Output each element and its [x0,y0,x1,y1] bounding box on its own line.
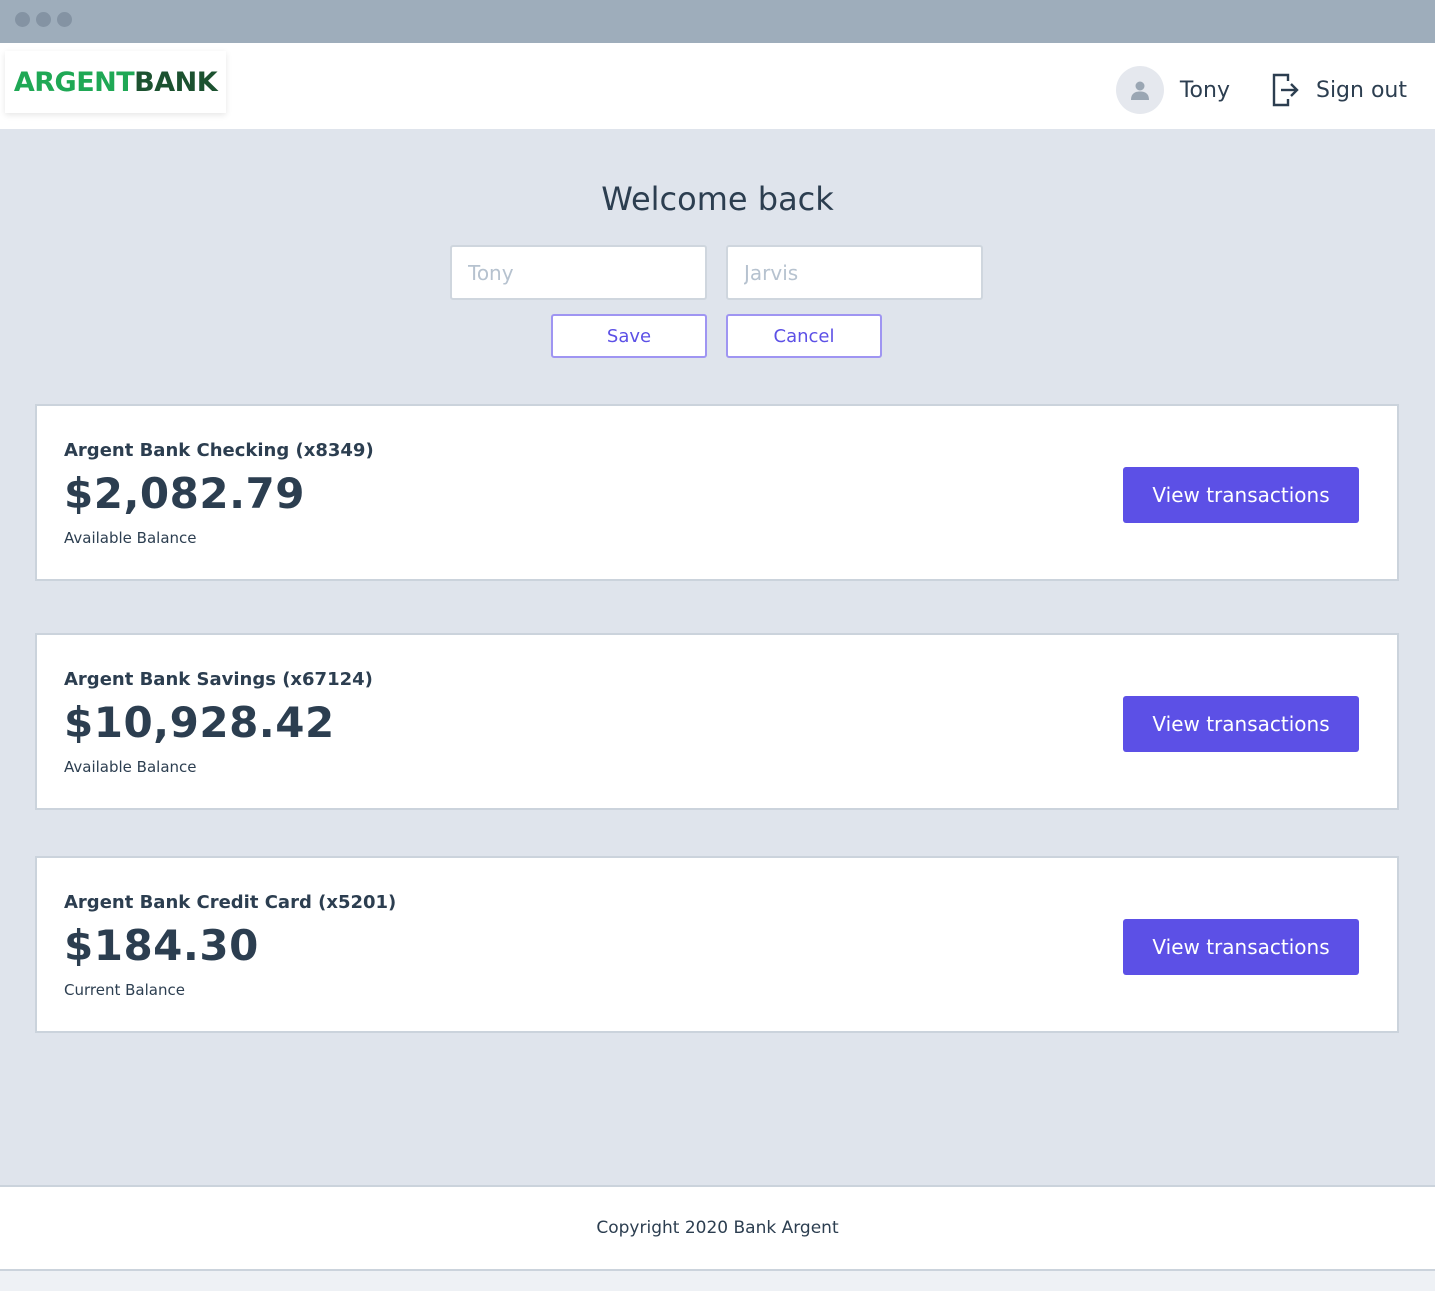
logo-text-argent: ARGENT [13,66,135,98]
view-transactions-button[interactable]: View transactions [1123,696,1359,752]
view-transactions-button[interactable]: View transactions [1123,467,1359,523]
browser-window: ARGENT BANK Tony Sign out Welcome back T… [0,0,1435,1291]
first-name-input[interactable] [450,245,707,300]
window-minimize-dot[interactable] [36,12,51,27]
window-bottom-edge [0,1271,1435,1291]
sign-out-label: Sign out [1315,77,1407,103]
account-title: Argent Bank Credit Card (x5201) [64,892,397,913]
cancel-button[interactable]: Cancel [726,314,882,358]
window-title-bar [0,0,1435,43]
account-amount: $184.30 [64,921,259,970]
account-amount: $10,928.42 [64,698,335,747]
sign-out-icon [1272,73,1299,107]
view-transactions-button[interactable]: View transactions [1123,919,1359,975]
user-avatar[interactable] [1115,66,1164,114]
account-amount-description: Current Balance [64,981,185,999]
logo-text-bank: BANK [134,66,218,98]
account-title: Argent Bank Checking (x8349) [64,440,374,461]
account-title: Argent Bank Savings (x67124) [64,669,373,690]
argent-bank-logo[interactable]: ARGENT BANK [5,51,226,113]
account-card-savings: Argent Bank Savings (x67124) $10,928.42 … [35,633,1399,810]
account-card-credit: Argent Bank Credit Card (x5201) $184.30 … [35,856,1399,1033]
welcome-heading: Welcome back [601,180,834,218]
window-close-dot[interactable] [15,12,30,27]
main-nav: ARGENT BANK Tony Sign out [0,43,1435,129]
sign-out-button[interactable]: Sign out [1272,73,1407,107]
footer-copyright: Copyright 2020 Bank Argent [596,1218,839,1238]
user-circle-icon [1130,81,1149,100]
last-name-input[interactable] [726,245,983,300]
footer: Copyright 2020 Bank Argent [0,1185,1435,1271]
account-amount-description: Available Balance [64,758,197,776]
user-area: Tony Sign out [1115,65,1407,115]
save-button[interactable]: Save [551,314,707,358]
account-amount: $2,082.79 [64,469,305,518]
window-maximize-dot[interactable] [57,12,72,27]
account-card-checking: Argent Bank Checking (x8349) $2,082.79 A… [35,404,1399,581]
account-amount-description: Available Balance [64,529,197,547]
user-name[interactable]: Tony [1180,78,1230,103]
